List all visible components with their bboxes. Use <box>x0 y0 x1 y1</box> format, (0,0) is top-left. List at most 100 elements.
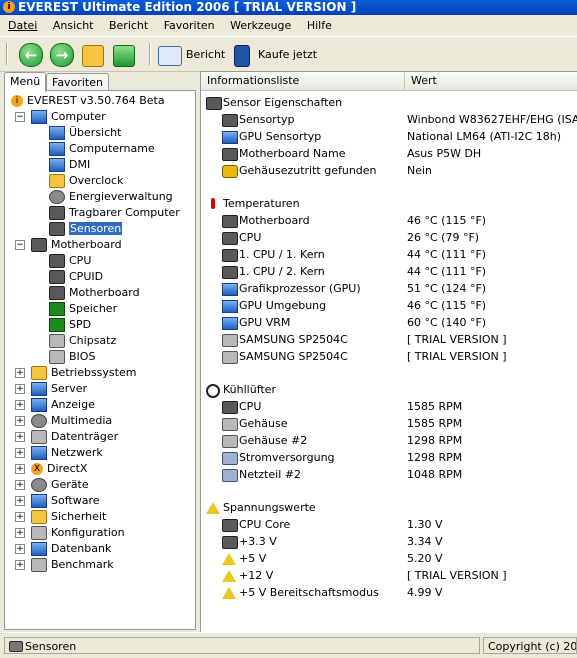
section-header[interactable]: Sensor Eigenschaften <box>201 94 577 111</box>
list-row[interactable]: CPU 26 °C (79 °F) <box>201 229 577 246</box>
menu-bericht[interactable]: Bericht <box>109 19 148 32</box>
list-row[interactable]: SAMSUNG SP2504C [ TRIAL VERSION ] <box>201 331 577 348</box>
tree-item[interactable]: SPD <box>49 317 91 333</box>
expand-icon[interactable]: + <box>15 416 25 426</box>
expand-icon[interactable]: + <box>15 448 25 458</box>
forward-icon[interactable]: → <box>50 43 74 67</box>
expand-icon[interactable]: + <box>15 384 25 394</box>
tree-item[interactable]: Computername <box>49 141 155 157</box>
tree-item[interactable]: Geräte <box>31 477 89 493</box>
tree-item[interactable]: Sensoren <box>49 221 123 237</box>
expand-icon[interactable]: + <box>15 480 25 490</box>
back-icon[interactable]: ← <box>19 43 43 67</box>
tree-item[interactable]: DMI <box>49 157 90 173</box>
list-row[interactable]: +5 V 5.20 V <box>201 550 577 567</box>
tree-item[interactable]: Datenträger <box>31 429 118 445</box>
tree-item[interactable]: CPU <box>49 253 91 269</box>
section-header[interactable]: Spannungswerte <box>201 499 577 516</box>
row-value: Nein <box>407 164 433 177</box>
list-row[interactable]: +5 V Bereitschaftsmodus 4.99 V <box>201 584 577 601</box>
refresh-icon[interactable] <box>113 45 135 67</box>
tree-item[interactable]: X DirectX <box>31 461 87 477</box>
list-row[interactable]: Gehäuse 1585 RPM <box>201 415 577 432</box>
list-row[interactable]: Grafikprozessor (GPU) 51 °C (124 °F) <box>201 280 577 297</box>
list-row[interactable]: Stromversorgung 1298 RPM <box>201 449 577 466</box>
list-row[interactable]: GPU Sensortyp National LM64 (ATI-I2C 18h) <box>201 128 577 145</box>
list-row[interactable]: Sensortyp Winbond W83627EHF/EHG (ISA 290h… <box>201 111 577 128</box>
list-row[interactable]: SAMSUNG SP2504C [ TRIAL VERSION ] <box>201 348 577 365</box>
tree-item[interactable]: Motherboard <box>49 285 140 301</box>
list-row[interactable]: Motherboard Name Asus P5W DH <box>201 145 577 162</box>
list-row[interactable]: 1. CPU / 2. Kern 44 °C (111 °F) <box>201 263 577 280</box>
collapse-icon[interactable]: − <box>15 240 25 250</box>
tree-item[interactable]: Multimedia <box>31 413 112 429</box>
tree-item[interactable]: Benchmark <box>31 557 114 573</box>
tree-item[interactable]: Netzwerk <box>31 445 103 461</box>
tree-item[interactable]: BIOS <box>49 349 95 365</box>
expand-icon[interactable]: + <box>15 528 25 538</box>
tree-item[interactable]: Konfiguration <box>31 525 125 541</box>
menu-werkzeuge[interactable]: Werkzeuge <box>230 19 291 32</box>
tree-item[interactable]: Overclock <box>49 173 123 189</box>
row-value: Winbond W83627EHF/EHG (ISA 290h) <box>407 113 577 126</box>
software-icon <box>31 494 47 508</box>
expand-icon[interactable]: + <box>15 400 25 410</box>
title-bar: i EVEREST Ultimate Edition 2006 [ TRIAL V… <box>0 0 577 15</box>
status-left: Sensoren <box>4 637 480 654</box>
list-row[interactable]: Gehäuse #2 1298 RPM <box>201 432 577 449</box>
list-row[interactable]: CPU 1585 RPM <box>201 398 577 415</box>
tree-item[interactable]: Motherboard <box>31 237 122 253</box>
menu-hilfe[interactable]: Hilfe <box>307 19 332 32</box>
expand-icon[interactable]: + <box>15 368 25 378</box>
list-row[interactable]: 1. CPU / 1. Kern 44 °C (111 °F) <box>201 246 577 263</box>
expand-icon[interactable]: + <box>15 560 25 570</box>
list-row[interactable]: +3.3 V 3.34 V <box>201 533 577 550</box>
column-header-field[interactable]: Informationsliste <box>201 72 405 90</box>
menu-favoriten[interactable]: Favoriten <box>164 19 215 32</box>
tree-item[interactable]: Betriebssystem <box>31 365 136 381</box>
tree-item[interactable]: Anzeige <box>31 397 95 413</box>
list-row[interactable]: GPU VRM 60 °C (140 °F) <box>201 314 577 331</box>
tree-item[interactable]: Software <box>31 493 100 509</box>
expand-icon[interactable]: + <box>15 512 25 522</box>
network-icon <box>31 446 47 460</box>
menu-ansicht[interactable]: Ansicht <box>53 19 94 32</box>
expand-icon[interactable]: + <box>15 496 25 506</box>
up-folder-icon[interactable] <box>82 45 104 67</box>
list-row[interactable]: +12 V [ TRIAL VERSION ] <box>201 567 577 584</box>
tree-item[interactable]: Tragbarer Computer <box>49 205 180 221</box>
tree-item[interactable]: Übersicht <box>49 125 121 141</box>
buy-icon[interactable] <box>234 45 250 67</box>
menu-datei[interactable]: Datei <box>8 19 37 32</box>
expand-icon[interactable]: + <box>15 464 25 474</box>
report-button[interactable]: Bericht <box>186 48 225 61</box>
buy-button[interactable]: Kaufe jetzt <box>258 48 317 61</box>
tree-item[interactable]: Server <box>31 381 87 397</box>
tree-item[interactable]: Speicher <box>49 301 117 317</box>
collapse-icon[interactable]: − <box>15 112 25 122</box>
expand-icon[interactable]: + <box>15 432 25 442</box>
tab-favoriten[interactable]: Favoriten <box>46 73 109 91</box>
list-row[interactable]: Netzteil #2 1048 RPM <box>201 466 577 483</box>
tree-item-label: Motherboard <box>69 286 140 299</box>
list-row[interactable]: Gehäusezutritt gefunden Nein <box>201 162 577 179</box>
tree-item[interactable]: Computer <box>31 109 106 125</box>
tree-item[interactable]: CPUID <box>49 269 103 285</box>
list-row[interactable]: CPU Core 1.30 V <box>201 516 577 533</box>
tree-item[interactable]: Chipsatz <box>49 333 116 349</box>
sensor-icon <box>222 114 238 127</box>
tree-item[interactable]: Datenbank <box>31 541 111 557</box>
tree-item[interactable]: Sicherheit <box>31 509 106 525</box>
tree-item-label: Multimedia <box>51 414 113 427</box>
tree-item[interactable]: i EVEREST v3.50.764 Beta <box>11 93 165 109</box>
list-row[interactable]: GPU Umgebung 46 °C (115 °F) <box>201 297 577 314</box>
tree-item[interactable]: Energieverwaltung <box>49 189 173 205</box>
column-header-value[interactable]: Wert <box>405 72 577 90</box>
section-header[interactable]: Temperaturen <box>201 195 577 212</box>
expand-icon[interactable]: + <box>15 544 25 554</box>
report-icon[interactable] <box>158 46 182 66</box>
list-row[interactable]: Motherboard 46 °C (115 °F) <box>201 212 577 229</box>
tab-menu[interactable]: Menü <box>4 72 47 92</box>
section-header[interactable]: Kühllüfter <box>201 381 577 398</box>
psu-icon <box>222 469 238 482</box>
